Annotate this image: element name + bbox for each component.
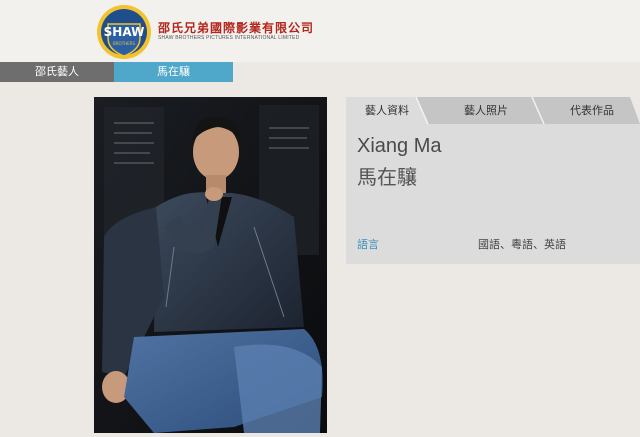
header: SHAW BROTHERS 邵氏兄弟國際影業有限公司 SHAW BROTHERS… (0, 0, 640, 62)
company-name-en: SHAW BROTHERS PICTURES INTERNATIONAL LIM… (158, 35, 300, 41)
company-name-cn: 邵氏兄弟國際影業有限公司 (158, 21, 315, 35)
main-nav: 邵氏藝人 馬在驤 (0, 62, 640, 82)
language-label: 語言 (357, 238, 379, 251)
profile-tabs: 藝人資料 藝人照片 代表作品 (346, 97, 640, 124)
artist-photo (94, 97, 327, 433)
shaw-logo[interactable]: SHAW BROTHERS (96, 4, 152, 60)
tab-artist-photos[interactable]: 藝人照片 (428, 97, 544, 124)
nav-item-current-artist[interactable]: 馬在驤 (114, 62, 233, 82)
artist-name-cn: 馬在驤 (357, 165, 417, 189)
svg-text:SHAW: SHAW (104, 25, 145, 39)
tab-artist-info[interactable]: 藝人資料 (346, 97, 428, 124)
tab-representative-works[interactable]: 代表作品 (544, 97, 640, 124)
artist-name-en: Xiang Ma (357, 135, 442, 157)
nav-item-shaw-artists[interactable]: 邵氏藝人 (0, 62, 114, 82)
svg-text:BROTHERS: BROTHERS (113, 41, 135, 46)
language-value: 國語、粵語、英語 (478, 238, 566, 251)
profile-panel: Xiang Ma 馬在驤 語言 國語、粵語、英語 (346, 124, 640, 264)
